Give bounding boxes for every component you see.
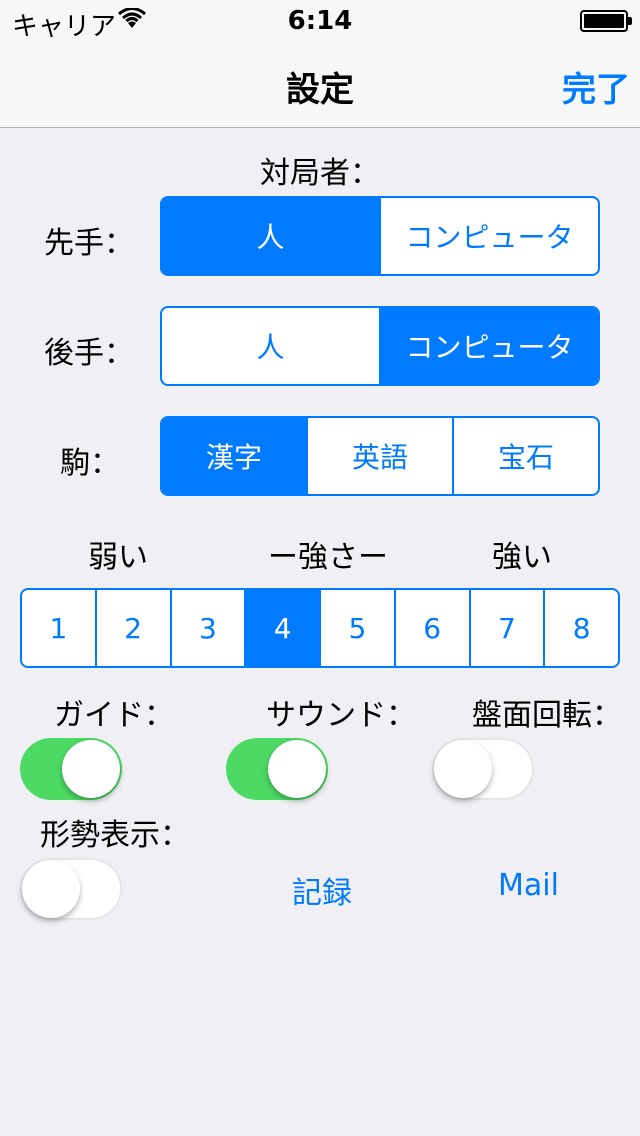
battery-icon (580, 10, 632, 32)
mail-button[interactable]: Mail (498, 868, 559, 903)
second-player-label: 後手： (44, 336, 134, 371)
guide-label: ガイド： (54, 698, 174, 733)
sound-label: サウンド： (266, 698, 416, 733)
status-time: 6:14 (287, 6, 353, 36)
first-player-label: 先手： (44, 226, 134, 261)
pieces-kanji[interactable]: 漢字 (162, 418, 306, 494)
first-player-human[interactable]: 人 (162, 198, 379, 274)
first-player-selector: 人 コンピュータ (160, 196, 600, 276)
strength-selector: 1 2 3 4 5 6 7 8 (20, 588, 620, 668)
pieces-gem[interactable]: 宝石 (452, 418, 598, 494)
pieces-selector: 漢字 英語 宝石 (160, 416, 600, 496)
sound-switch[interactable] (226, 738, 328, 800)
pieces-english[interactable]: 英語 (306, 418, 452, 494)
strength-level-5[interactable]: 5 (319, 590, 394, 666)
pieces-label: 駒： (60, 446, 120, 481)
switch-knob (22, 860, 80, 918)
eval-switch[interactable] (20, 858, 122, 920)
strength-strong-label: 強い (492, 540, 552, 575)
switch-knob (434, 740, 492, 798)
switch-knob (62, 740, 120, 798)
players-header: 対局者： (260, 156, 380, 191)
strength-level-2[interactable]: 2 (94, 590, 170, 666)
second-player-computer[interactable]: コンピュータ (379, 308, 598, 384)
page-title: 設定 (286, 70, 354, 110)
rotate-label: 盤面回転： (472, 698, 622, 733)
strength-level-8[interactable]: 8 (543, 590, 618, 666)
rotate-switch[interactable] (432, 738, 534, 800)
strength-level-7[interactable]: 7 (468, 590, 544, 666)
second-player-human[interactable]: 人 (162, 308, 379, 384)
done-button[interactable]: 完了 (548, 62, 630, 111)
second-player-selector: 人 コンピュータ (160, 306, 600, 386)
strength-level-6[interactable]: 6 (393, 590, 469, 666)
strength-level-1[interactable]: 1 (22, 590, 95, 666)
strength-level-3[interactable]: 3 (169, 590, 245, 666)
strength-level-4[interactable]: 4 (244, 590, 319, 666)
first-player-computer[interactable]: コンピュータ (379, 198, 598, 274)
guide-switch[interactable] (20, 738, 122, 800)
record-button[interactable]: 記録 (292, 868, 352, 912)
eval-label: 形勢表示： (40, 818, 190, 853)
switch-knob (268, 740, 326, 798)
